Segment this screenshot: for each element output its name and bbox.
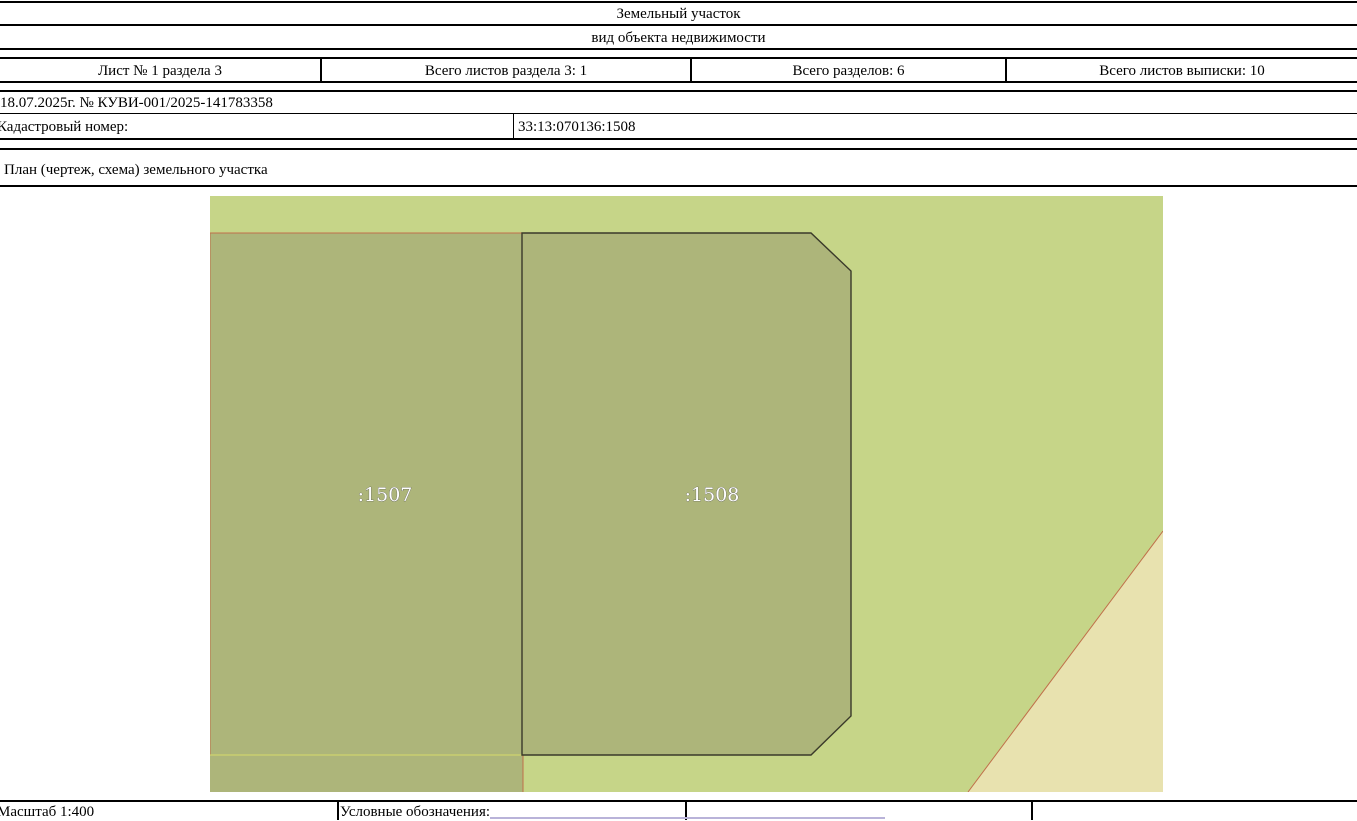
- rule-sheet-bottom: [0, 81, 1357, 83]
- cadastral-number-label: Кадастровый номер:: [0, 119, 129, 135]
- footer-cell-divider-1: [337, 800, 339, 820]
- rule-extract-mid: [0, 113, 1357, 114]
- rule-plan-title-bottom: [0, 185, 1357, 187]
- sheet-number-cell: Лист № 1 раздела 3: [98, 63, 222, 79]
- rule-footer-top: [0, 800, 1357, 802]
- cadastral-cell-divider: [513, 114, 514, 138]
- object-type-title: Земельный участок: [616, 6, 741, 22]
- sections-count-cell: Всего разделов: 6: [792, 63, 905, 79]
- parcel-1507-label: :1507: [358, 484, 413, 506]
- parcel-1507-lower-strip: [210, 755, 523, 792]
- section-sheets-cell: Всего листов раздела 3: 1: [424, 63, 588, 79]
- rule-header-2: [0, 48, 1357, 50]
- parcel-1508-label: :1508: [685, 484, 740, 506]
- rule-sheet-top: [0, 57, 1357, 59]
- object-kind-caption: вид объекта недвижимости: [591, 30, 766, 46]
- cadastral-number-value: 33:13:070136:1508: [518, 119, 636, 135]
- rule-header-1: [0, 24, 1357, 26]
- plan-title: План (чертеж, схема) земельного участка: [4, 162, 268, 178]
- legend-label: Условные обозначения:: [340, 804, 491, 820]
- scale-label: Масштаб 1:400: [0, 804, 95, 820]
- rule-plan-title-top: [0, 148, 1357, 150]
- extract-date-number: 18.07.2025г. № КУВИ-001/2025-141783358: [0, 95, 273, 111]
- land-plot-plan-map: :1507 :1508: [210, 196, 1163, 792]
- extract-sheets-cell: Всего листов выписки: 10: [1099, 63, 1265, 79]
- legend-swatch-line: [490, 817, 885, 819]
- footer-cell-divider-3: [1031, 800, 1033, 820]
- rule-extract-top: [0, 90, 1357, 92]
- rule-top: [0, 1, 1357, 3]
- rule-extract-bottom: [0, 138, 1357, 140]
